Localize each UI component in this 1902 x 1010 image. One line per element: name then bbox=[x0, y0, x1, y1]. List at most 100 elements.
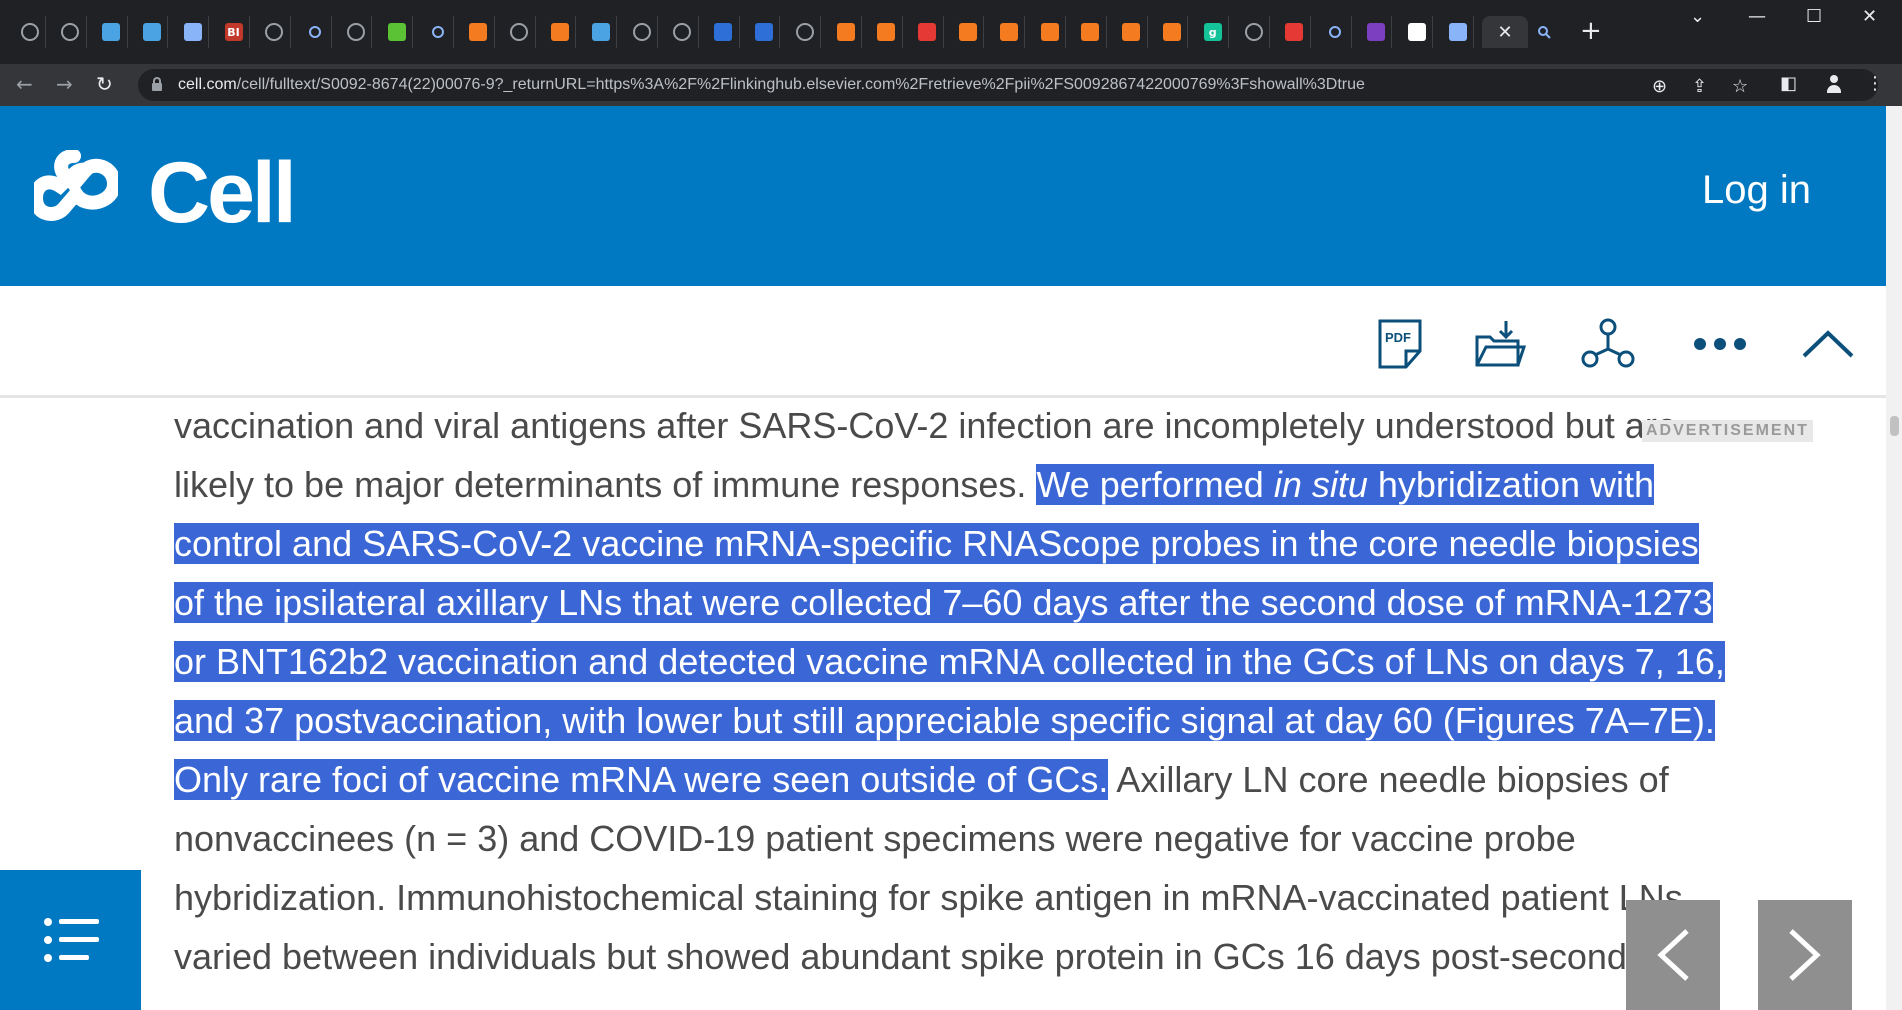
search-icon bbox=[1329, 26, 1342, 38]
browser-tab[interactable] bbox=[1075, 16, 1107, 48]
folder-download-icon bbox=[1475, 321, 1526, 367]
browser-tab[interactable] bbox=[585, 16, 618, 48]
shield-icon bbox=[591, 23, 610, 41]
forward-icon[interactable]: → bbox=[56, 72, 73, 96]
previous-button[interactable] bbox=[1626, 900, 1720, 1010]
globe-icon bbox=[20, 23, 39, 41]
page-viewport: Cell Log in PDF vaccination and viral an… bbox=[0, 106, 1886, 1010]
new-tab-button[interactable]: + bbox=[1580, 16, 1602, 46]
bookmark-icon bbox=[1162, 23, 1181, 41]
play-icon bbox=[387, 23, 406, 41]
page-scrollbar[interactable] bbox=[1886, 106, 1902, 1010]
tab-search-dropdown-icon[interactable]: ⌄ bbox=[1690, 6, 1705, 27]
pdf-icon: PDF bbox=[1378, 319, 1422, 369]
reload-icon[interactable]: ↻ bbox=[96, 72, 113, 96]
maximize-icon[interactable]: ☐ bbox=[1806, 6, 1822, 27]
login-link[interactable]: Log in bbox=[1702, 168, 1811, 213]
browser-toolbar: ← → ↻ cell.com/cell/fulltext/S0092-8674(… bbox=[0, 64, 1902, 106]
lock-icon[interactable] bbox=[152, 77, 162, 91]
browser-tab[interactable] bbox=[55, 16, 87, 48]
back-icon[interactable]: ← bbox=[16, 72, 33, 96]
profile-icon[interactable] bbox=[1824, 74, 1844, 94]
search-icon bbox=[1535, 23, 1553, 41]
address-bar[interactable]: cell.com/cell/fulltext/S0092-8674(22)000… bbox=[138, 69, 1878, 101]
collapse-toolbar-button[interactable] bbox=[1798, 314, 1858, 374]
browser-tab[interactable] bbox=[667, 16, 699, 48]
browser-tab[interactable] bbox=[830, 16, 862, 48]
more-options-button[interactable] bbox=[1690, 314, 1750, 374]
table-of-contents-button[interactable] bbox=[0, 870, 141, 1010]
share-button[interactable] bbox=[1578, 314, 1638, 374]
mail-icon bbox=[1366, 23, 1385, 41]
browser-tab[interactable] bbox=[1034, 16, 1066, 48]
advertisement-label: ADVERTISEMENT bbox=[1642, 420, 1813, 442]
browser-tab[interactable] bbox=[1238, 16, 1270, 48]
zoom-icon[interactable]: ⊕ bbox=[1652, 76, 1667, 97]
browser-tab[interactable] bbox=[912, 16, 944, 48]
cell-logo-text[interactable]: Cell bbox=[148, 144, 297, 243]
browser-tab[interactable] bbox=[463, 16, 495, 48]
cube-icon bbox=[754, 23, 773, 41]
article-paragraph: vaccination and viral antigens after SAR… bbox=[174, 396, 1734, 986]
browser-tab[interactable] bbox=[259, 16, 291, 48]
browser-tab[interactable] bbox=[789, 16, 822, 48]
browser-tab[interactable] bbox=[952, 16, 985, 48]
menu-icon[interactable]: ⋮ bbox=[1866, 73, 1884, 94]
browser-tab[interactable] bbox=[422, 16, 454, 48]
network-share-icon bbox=[1581, 318, 1635, 368]
browser-tab[interactable] bbox=[300, 16, 332, 48]
cell-logo-icon[interactable] bbox=[34, 150, 118, 234]
browser-tab[interactable] bbox=[871, 16, 903, 48]
globe-icon bbox=[632, 23, 651, 41]
list-icon bbox=[43, 918, 99, 962]
browser-tab[interactable] bbox=[1360, 16, 1393, 48]
share-icon[interactable]: ⇪ bbox=[1692, 76, 1707, 97]
bookmark-star-icon[interactable]: ☆ bbox=[1732, 76, 1748, 97]
close-window-icon[interactable]: ✕ bbox=[1862, 6, 1877, 27]
browser-tab[interactable] bbox=[1116, 16, 1148, 48]
pdf-button[interactable]: PDF bbox=[1370, 314, 1430, 374]
browser-tab[interactable] bbox=[136, 16, 169, 48]
grammarly-icon: g bbox=[1203, 23, 1222, 41]
browser-tab[interactable] bbox=[340, 16, 373, 48]
scrollbar-thumb[interactable] bbox=[1890, 416, 1899, 436]
browser-tab[interactable] bbox=[1401, 16, 1434, 48]
browser-tab[interactable] bbox=[708, 16, 740, 48]
browser-tab[interactable] bbox=[993, 16, 1026, 48]
browser-tab[interactable] bbox=[1442, 16, 1474, 48]
browser-tab[interactable] bbox=[1320, 16, 1352, 48]
tab-search[interactable] bbox=[1528, 16, 1560, 48]
bookmark-icon bbox=[550, 23, 569, 41]
bookmark-icon bbox=[999, 23, 1018, 41]
side-panel-icon[interactable]: ◧ bbox=[1780, 73, 1797, 94]
browser-tab[interactable] bbox=[748, 16, 781, 48]
pdf-label: PDF bbox=[1385, 330, 1411, 345]
arrow-icon bbox=[1448, 23, 1467, 41]
minimize-icon[interactable]: — bbox=[1748, 6, 1766, 27]
tab-active[interactable]: ✕ bbox=[1482, 16, 1528, 48]
browser-tab[interactable]: g bbox=[1197, 16, 1230, 48]
browser-tab[interactable] bbox=[626, 16, 658, 48]
badge-icon bbox=[836, 23, 855, 41]
url-text[interactable]: cell.com/cell/fulltext/S0092-8674(22)000… bbox=[178, 76, 1365, 94]
browser-tab[interactable] bbox=[177, 16, 210, 48]
browser-tab[interactable] bbox=[544, 16, 577, 48]
search-icon bbox=[309, 26, 322, 38]
chevron-left-icon bbox=[1657, 929, 1689, 981]
pin-icon bbox=[1285, 23, 1304, 41]
download-button[interactable] bbox=[1470, 314, 1530, 374]
browser-tab[interactable]: BI bbox=[218, 16, 250, 48]
bookmark-icon bbox=[469, 23, 488, 41]
browser-tab[interactable] bbox=[381, 16, 414, 48]
browser-tab[interactable] bbox=[1279, 16, 1311, 48]
selected-text: We performed in situ hybridization with … bbox=[174, 464, 1725, 800]
bookmark-icon bbox=[1040, 23, 1059, 41]
browser-tab[interactable] bbox=[96, 16, 128, 48]
browser-tab[interactable] bbox=[1156, 16, 1189, 48]
close-tab-icon[interactable]: ✕ bbox=[1497, 22, 1512, 43]
next-button[interactable] bbox=[1758, 900, 1852, 1010]
browser-tab[interactable] bbox=[504, 16, 536, 48]
bi-icon: BI bbox=[224, 23, 243, 41]
browser-tab[interactable] bbox=[14, 16, 46, 48]
globe-icon bbox=[795, 23, 814, 41]
